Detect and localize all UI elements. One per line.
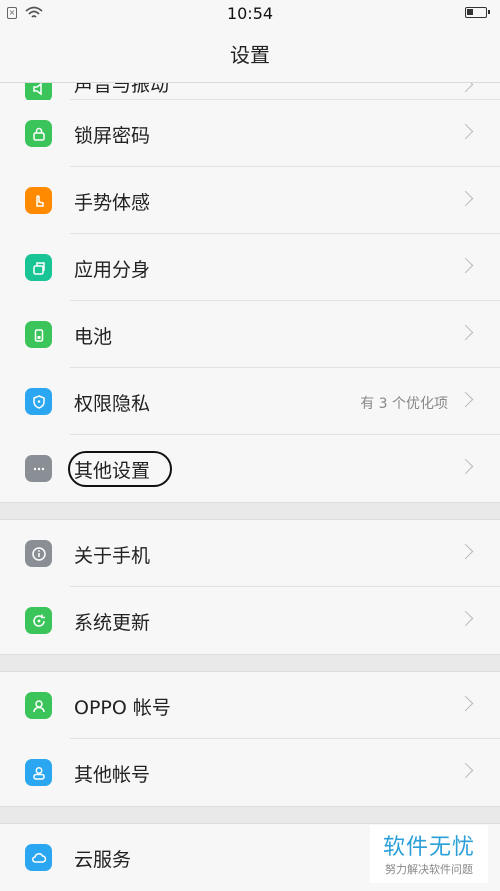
settings-item-label: 系统更新 (74, 612, 151, 634)
settings-item-about-phone[interactable]: 关于手机 (0, 520, 500, 587)
gesture-hand-icon (25, 187, 52, 214)
group-divider (0, 502, 500, 520)
chevron-right-icon (457, 257, 474, 274)
settings-item-label: 应用分身 (74, 259, 151, 281)
privacy-shield-icon (25, 388, 52, 415)
optimization-hint: 有 3 个优化项 (360, 396, 448, 412)
settings-item-lock-screen[interactable]: 锁屏密码 (0, 100, 500, 167)
group-divider (0, 654, 500, 672)
speaker-icon (25, 83, 52, 100)
settings-item-battery[interactable]: 电池 (0, 301, 500, 368)
watermark-title: 软件无忧 (382, 835, 475, 860)
settings-item-system-update[interactable]: 系统更新 (0, 587, 500, 654)
battery-status-icon (465, 7, 490, 18)
settings-item-other-settings[interactable]: 其他设置 (0, 435, 500, 502)
battery-icon (25, 321, 52, 348)
settings-item-oppo-account[interactable]: OPPO 帐号 (0, 672, 500, 739)
chevron-right-icon (457, 324, 474, 341)
chevron-right-icon (457, 695, 474, 712)
settings-item-label: 权限隐私 (74, 393, 151, 415)
settings-item-privacy[interactable]: 权限隐私 有 3 个优化项 (0, 368, 500, 435)
chevron-right-icon (457, 610, 474, 627)
settings-item-label: 声音与振动 (74, 83, 170, 96)
user-icon (25, 692, 52, 719)
update-icon (25, 607, 52, 634)
chevron-right-icon (457, 123, 474, 140)
settings-group-device: 声音与振动 锁屏密码 手势体感 应用分身 电池 权限隐私 有 3 个优化项 其他… (0, 83, 500, 502)
settings-item-label: 电池 (74, 326, 113, 348)
group-divider (0, 806, 500, 824)
chevron-right-icon (457, 83, 474, 93)
settings-group-system: 关于手机 系统更新 (0, 520, 500, 654)
watermark-subtitle: 努力解决软件问题 (385, 863, 473, 876)
settings-item-gestures[interactable]: 手势体感 (0, 167, 500, 234)
chevron-right-icon (457, 762, 474, 779)
settings-group-accounts: OPPO 帐号 其他帐号 (0, 672, 500, 806)
settings-item-other-accounts[interactable]: 其他帐号 (0, 739, 500, 806)
settings-item-app-clone[interactable]: 应用分身 (0, 234, 500, 301)
status-bar: × 10:54 (0, 0, 500, 28)
settings-item-label: 关于手机 (74, 545, 151, 567)
settings-item-label: 锁屏密码 (74, 125, 151, 147)
settings-item-label: 云服务 (74, 849, 132, 871)
highlight-circle-annotation (68, 451, 172, 487)
settings-item-sound[interactable]: 声音与振动 (0, 83, 500, 100)
settings-item-label: 手势体感 (74, 192, 151, 214)
chevron-right-icon (457, 391, 474, 408)
chevron-right-icon (457, 458, 474, 475)
chevron-right-icon (457, 543, 474, 560)
more-dots-icon (25, 455, 52, 482)
clone-app-icon (25, 254, 52, 281)
settings-item-label: OPPO 帐号 (74, 697, 171, 719)
accounts-icon (25, 759, 52, 786)
settings-item-label: 其他帐号 (74, 764, 151, 786)
watermark-logo: 软件无忧 努力解决软件问题 (370, 825, 488, 883)
chevron-right-icon (457, 190, 474, 207)
status-time: 10:54 (226, 4, 274, 23)
page-title: 设置 (0, 28, 500, 83)
cloud-icon (25, 844, 52, 871)
lock-icon (25, 120, 52, 147)
info-icon (25, 540, 52, 567)
settings-list: 声音与振动 锁屏密码 手势体感 应用分身 电池 权限隐私 有 3 个优化项 其他… (0, 83, 500, 891)
